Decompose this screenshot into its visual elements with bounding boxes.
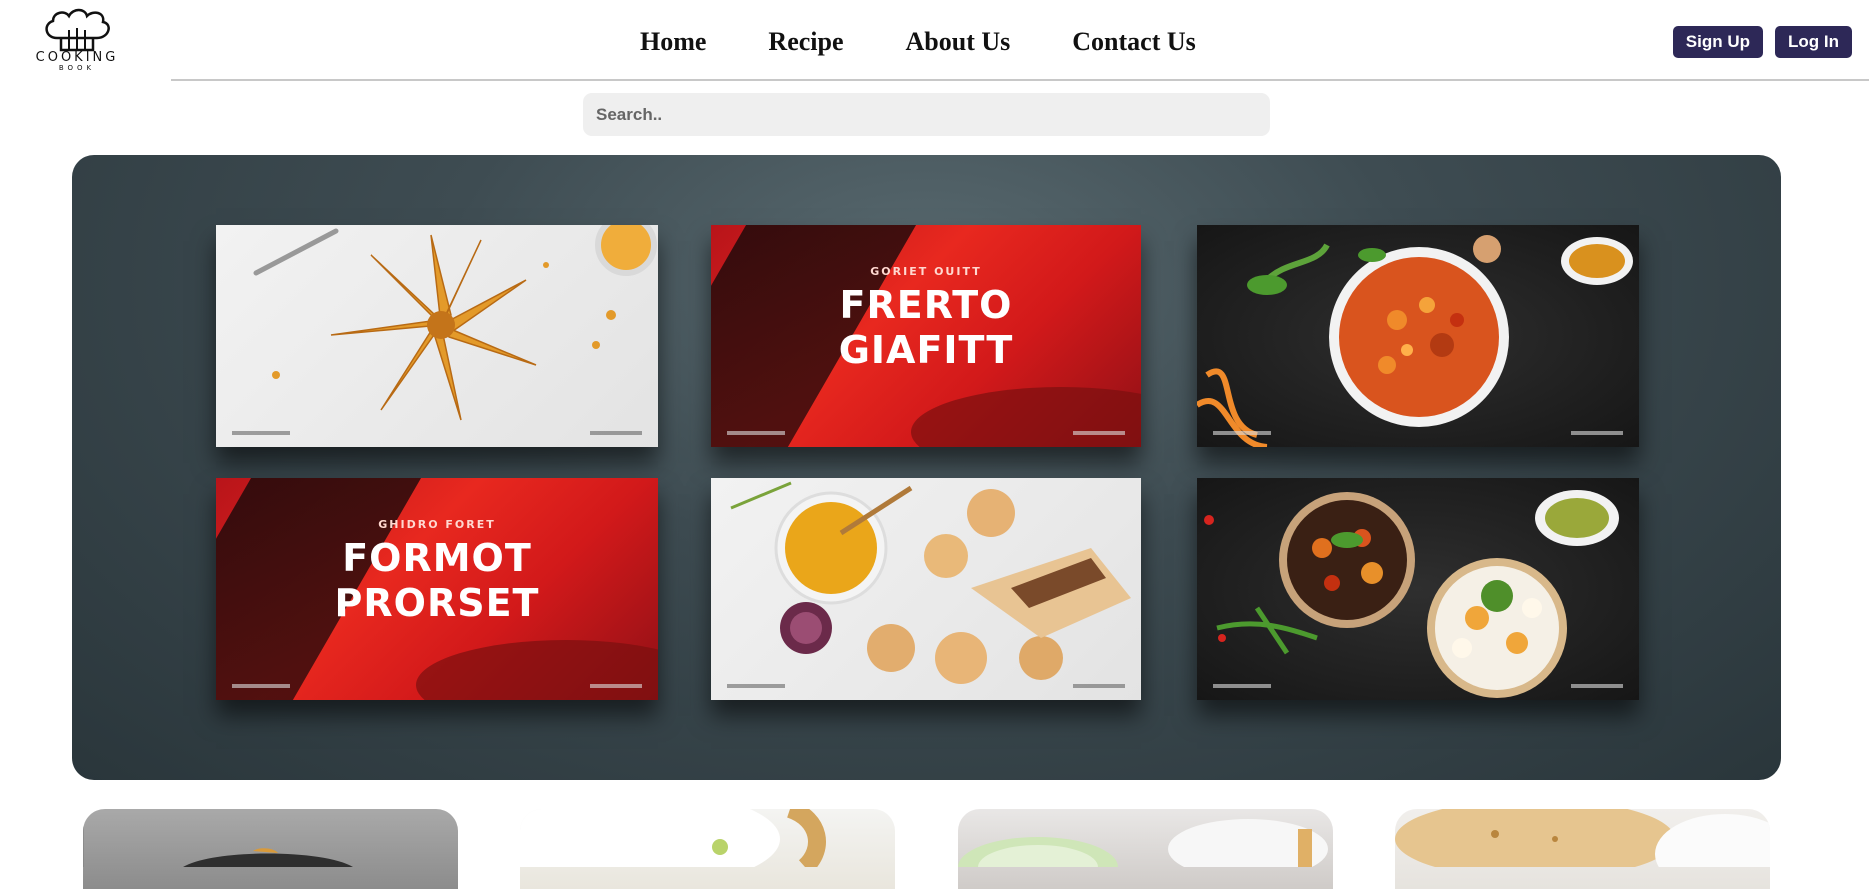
hero-card-star-pastry[interactable] bbox=[216, 225, 658, 447]
poster-title: FORMOT PRORSET bbox=[216, 536, 658, 626]
poster-subtitle: GORIET OUITT bbox=[870, 265, 982, 278]
star-pastry-image bbox=[253, 225, 657, 421]
recipe-tile-image bbox=[958, 819, 1328, 889]
card-footer-mark bbox=[1571, 684, 1623, 688]
curry-bowl-image bbox=[1197, 235, 1633, 447]
main-nav: Home Recipe About Us Contact Us bbox=[640, 22, 1196, 62]
card-footer-mark bbox=[232, 431, 290, 435]
brand-subtitle: BOOK bbox=[58, 64, 96, 72]
veg-plates-image bbox=[1204, 490, 1619, 698]
card-footer-mark bbox=[1213, 684, 1271, 688]
search-input[interactable] bbox=[583, 93, 1270, 136]
poster-wave bbox=[416, 640, 658, 700]
site-logo[interactable]: COOKING BOOK bbox=[22, 8, 132, 74]
poster-title-line-2: PRORSET bbox=[334, 581, 540, 625]
nav-recipe[interactable]: Recipe bbox=[768, 22, 843, 62]
hero-banner: GORIET OUITT FRERTO GIAFITT GHIDRO FORET… bbox=[72, 155, 1781, 780]
recipe-tile[interactable] bbox=[1395, 809, 1770, 889]
card-footer-mark bbox=[590, 684, 642, 688]
card-footer-mark bbox=[1571, 431, 1623, 435]
auth-buttons: Sign Up Log In bbox=[1672, 26, 1852, 58]
hero-card-soup-bread[interactable] bbox=[711, 478, 1141, 700]
poster-title-line-2: GIAFITT bbox=[838, 328, 1014, 372]
nav-about-us[interactable]: About Us bbox=[906, 22, 1011, 62]
hero-card-red-poster-2[interactable]: GHIDRO FORET FORMOT PRORSET bbox=[216, 478, 658, 700]
soup-bread-image bbox=[730, 481, 1131, 684]
nav-home[interactable]: Home bbox=[640, 22, 706, 62]
chef-hat-icon bbox=[45, 8, 110, 52]
poster-title: FRERTO GIAFITT bbox=[711, 283, 1141, 373]
recipe-tile-image bbox=[83, 809, 353, 867]
poster-subtitle: GHIDRO FORET bbox=[378, 518, 496, 531]
card-footer-mark bbox=[1213, 431, 1271, 435]
recipe-tile-image bbox=[1395, 809, 1770, 889]
card-footer-mark bbox=[1073, 684, 1125, 688]
card-footer-mark bbox=[232, 684, 290, 688]
poster-wave bbox=[911, 387, 1141, 447]
recipe-tile[interactable] bbox=[520, 809, 895, 889]
brand-name: COOKING bbox=[35, 50, 119, 65]
recipe-tile-image bbox=[520, 809, 826, 889]
hero-card-red-poster-1[interactable]: GORIET OUITT FRERTO GIAFITT bbox=[711, 225, 1141, 447]
card-footer-mark bbox=[590, 431, 642, 435]
recipe-tile[interactable] bbox=[83, 809, 458, 889]
card-footer-mark bbox=[727, 431, 785, 435]
recipe-tile[interactable] bbox=[958, 809, 1333, 889]
header-divider bbox=[171, 79, 1869, 81]
nav-contact-us[interactable]: Contact Us bbox=[1072, 22, 1196, 62]
site-header: COOKING BOOK Home Recipe About Us Contac… bbox=[0, 0, 1869, 80]
sign-up-button[interactable]: Sign Up bbox=[1672, 26, 1764, 58]
hero-card-veg-plates[interactable] bbox=[1197, 478, 1639, 700]
hero-card-curry-bowl[interactable] bbox=[1197, 225, 1639, 447]
log-in-button[interactable]: Log In bbox=[1775, 26, 1852, 58]
poster-title-line-1: FORMOT bbox=[342, 536, 532, 580]
poster-title-line-1: FRERTO bbox=[839, 283, 1013, 327]
card-footer-mark bbox=[727, 684, 785, 688]
card-footer-mark bbox=[1073, 431, 1125, 435]
